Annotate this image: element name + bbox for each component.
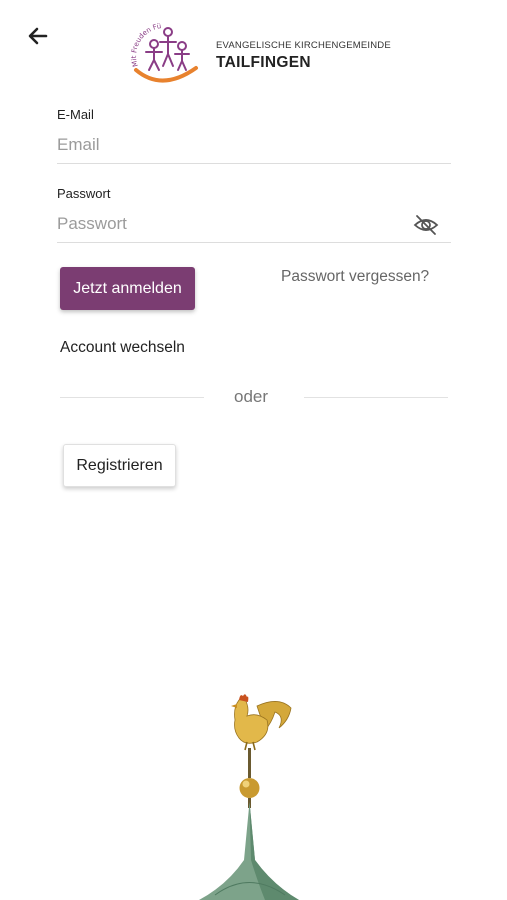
logo-subtitle: EVANGELISCHE KIRCHENGEMEINDE bbox=[216, 40, 391, 51]
switch-account-link[interactable]: Account wechseln bbox=[60, 339, 185, 357]
logo-title: TAILFINGEN bbox=[216, 54, 311, 71]
divider-text: oder bbox=[234, 387, 269, 406]
eye-off-icon bbox=[413, 215, 439, 235]
logo-emblem: Mit Freuden Für Kirche bbox=[122, 14, 198, 83]
forgot-password-link[interactable]: Passwort vergessen? bbox=[281, 268, 429, 286]
church-logo: Mit Freuden Für Kirche EVANGELISCHE KIRC… bbox=[122, 14, 391, 86]
church-spire-image bbox=[199, 694, 299, 900]
logo-text: EVANGELISCHE KIRCHENGEMEINDE TAILFINGEN bbox=[216, 40, 391, 72]
password-label: Passwort bbox=[57, 186, 111, 201]
password-field[interactable] bbox=[57, 206, 451, 243]
divider-line-left bbox=[60, 397, 204, 398]
divider-line-right bbox=[304, 397, 448, 398]
email-label: E-Mail bbox=[57, 107, 94, 122]
email-field[interactable] bbox=[57, 127, 451, 164]
back-button[interactable] bbox=[22, 20, 54, 52]
login-button[interactable]: Jetzt anmelden bbox=[60, 267, 195, 310]
arrow-left-icon bbox=[28, 27, 48, 45]
password-visibility-toggle[interactable] bbox=[412, 211, 440, 239]
register-button[interactable]: Registrieren bbox=[63, 444, 176, 487]
